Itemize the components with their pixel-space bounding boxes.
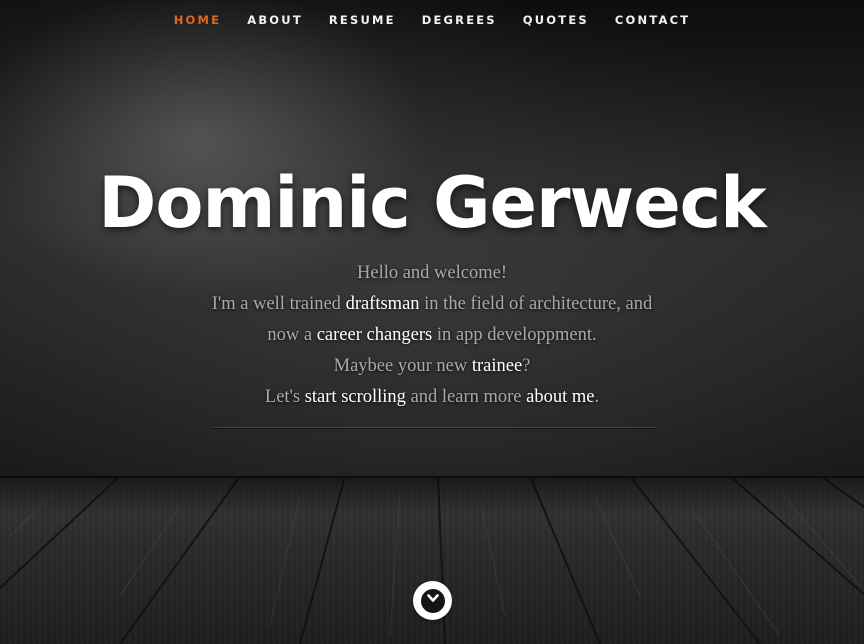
intro-text: I'm a well trained [211, 294, 346, 314]
hero-section: HOME ABOUT RESUME DEGREES QUOTES CONTACT… [0, 0, 864, 644]
nav-item-quotes[interactable]: QUOTES [510, 13, 602, 27]
intro-text: now a [267, 325, 317, 345]
intro-highlight-trainee: trainee [471, 356, 523, 376]
scroll-down-button[interactable] [413, 581, 452, 620]
intro-text: ? [522, 356, 531, 376]
intro-text: Let's [264, 387, 305, 407]
intro-text: and learn more [405, 387, 527, 407]
main-navigation: HOME ABOUT RESUME DEGREES QUOTES CONTACT [0, 0, 864, 40]
floor-shadow [0, 476, 864, 516]
hero-title: Dominic Gerweck [98, 162, 766, 244]
intro-link-start-scrolling[interactable]: start scrolling [305, 387, 406, 407]
intro-text: . [594, 387, 600, 407]
intro-line-4: Maybee your new trainee? [0, 351, 864, 382]
intro-text: in the field of architecture, and [419, 294, 653, 314]
intro-greeting: Hello and welcome! [357, 263, 507, 283]
intro-text: Maybee your new [333, 356, 472, 376]
intro-highlight-career-changers: career changers [316, 325, 433, 345]
nav-item-degrees[interactable]: DEGREES [409, 13, 510, 27]
hero-divider [213, 427, 656, 429]
nav-item-resume[interactable]: RESUME [316, 13, 409, 27]
intro-line-2: I'm a well trained draftsman in the fiel… [0, 289, 864, 320]
intro-line-3: now a career changers in app developpmen… [0, 320, 864, 351]
intro-line-5: Let's start scrolling and learn more abo… [0, 382, 864, 413]
intro-link-about-me[interactable]: about me [526, 387, 594, 407]
intro-highlight-draftsman: draftsman [345, 294, 420, 314]
intro-line-1: Hello and welcome! [0, 258, 864, 289]
nav-item-about[interactable]: ABOUT [234, 13, 316, 27]
intro-text: in app developpment. [432, 325, 597, 345]
hero-intro: Hello and welcome! I'm a well trained dr… [0, 258, 864, 413]
nav-item-home[interactable]: HOME [161, 13, 235, 27]
nav-item-contact[interactable]: CONTACT [602, 13, 703, 27]
scroll-down-circle [420, 588, 445, 613]
chevron-down-icon [426, 591, 440, 610]
